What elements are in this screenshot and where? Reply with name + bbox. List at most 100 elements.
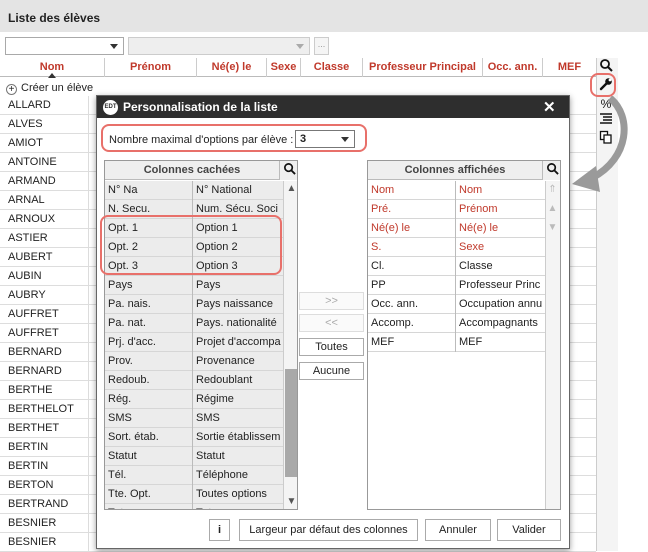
hidden-column-row[interactable]: Prj. d'acc. Projet d'accompa (105, 333, 283, 352)
shown-columns-title: Colonnes affichées (368, 161, 542, 180)
hidden-column-row[interactable]: Tél. Téléphone (105, 466, 283, 485)
filter-select-2[interactable] (128, 37, 310, 55)
column-full-name: Téléphone (196, 469, 248, 481)
column-divider (455, 219, 456, 238)
shown-column-row[interactable]: Occ. ann. Occupation annu (368, 295, 545, 314)
select-none-button[interactable]: Aucune (299, 362, 364, 380)
sort-ascending-icon (48, 73, 56, 78)
hidden-column-row[interactable]: Redoub. Redoublant (105, 371, 283, 390)
shown-column-row[interactable]: S. Sexe (368, 238, 545, 257)
student-name: AUBIN (8, 270, 42, 282)
move-left-button[interactable]: << (299, 314, 364, 332)
column-header-professeur[interactable]: Professeur Principal (362, 58, 482, 77)
hidden-column-row[interactable]: Pa. nais. Pays naissance (105, 295, 283, 314)
column-header-sexe[interactable]: Sexe (266, 58, 300, 77)
default-width-button[interactable]: Largeur par défaut des colonnes (239, 519, 418, 541)
select-all-button[interactable]: Toutes (299, 338, 364, 356)
hidden-column-row[interactable]: Pays Pays (105, 276, 283, 295)
chevron-down-icon (110, 44, 118, 49)
hidden-column-row[interactable]: Pa. nat. Pays. nationalité (105, 314, 283, 333)
chevron-up-icon[interactable]: ▲ (545, 201, 560, 216)
cancel-button[interactable]: Annuler (425, 519, 491, 541)
column-short-name: PP (371, 279, 386, 291)
column-short-name: N° Na (108, 184, 138, 196)
student-name: BERTHELOT (8, 403, 74, 415)
column-divider (88, 514, 89, 533)
list-header: Nom Prénom Né(e) le Sexe Classe Professe… (0, 58, 596, 77)
column-short-name: Né(e) le (371, 222, 411, 234)
column-divider (192, 295, 193, 314)
chevron-up-icon[interactable]: ▲ (284, 181, 297, 196)
hidden-column-row[interactable]: SMS SMS (105, 409, 283, 428)
wrench-highlight (590, 73, 616, 97)
dialog-title: Personnalisation de la liste (123, 100, 278, 114)
shown-column-row[interactable]: PP Professeur Princ (368, 276, 545, 295)
hidden-column-row[interactable]: Rég. Régime (105, 390, 283, 409)
shown-column-row[interactable]: Accomp. Accompagnants (368, 314, 545, 333)
info-button[interactable]: i (209, 519, 230, 541)
column-divider (192, 371, 193, 390)
hidden-column-row[interactable]: Sort. étab. Sortie établissem (105, 428, 283, 447)
hidden-column-row[interactable]: Tte. Opt. Toutes options (105, 485, 283, 504)
hidden-column-row[interactable]: N° Na N° National (105, 181, 283, 200)
shown-column-row[interactable]: Né(e) le Né(e) le (368, 219, 545, 238)
search-icon[interactable] (279, 161, 297, 180)
column-divider (88, 267, 89, 286)
search-icon[interactable] (542, 161, 560, 180)
max-options-select[interactable]: 3 (295, 130, 355, 148)
column-short-name: Rég. (108, 393, 132, 405)
column-short-name: S. (371, 241, 382, 253)
column-full-name: Projet d'accompa (196, 336, 281, 348)
hidden-column-row[interactable]: Statut Statut (105, 447, 283, 466)
column-divider (88, 438, 89, 457)
column-divider (88, 324, 89, 343)
column-header-naissance[interactable]: Né(e) le (196, 58, 266, 77)
column-short-name: Occ. ann. (371, 298, 419, 310)
chevron-down-icon[interactable]: ▼ (545, 220, 560, 235)
hidden-column-row[interactable]: Prov. Provenance (105, 352, 283, 371)
close-icon[interactable]: ✕ (543, 98, 556, 116)
student-name: BERTHET (8, 422, 60, 434)
column-divider (88, 400, 89, 419)
validate-button[interactable]: Valider (497, 519, 561, 541)
shown-column-row[interactable]: Nom Nom (368, 181, 545, 200)
column-divider (88, 115, 89, 134)
pointer-arrow-icon (572, 96, 628, 192)
column-divider (88, 362, 89, 381)
column-full-name: Occupation annu (459, 298, 543, 310)
column-divider (192, 333, 193, 352)
chevron-top-icon[interactable]: ⇑ (545, 182, 560, 197)
move-right-button[interactable]: >> (299, 292, 364, 310)
student-name: BESNIER (8, 536, 57, 548)
scroll-thumb[interactable] (285, 369, 297, 477)
student-name: BERTIN (8, 441, 49, 453)
student-name: BERNARD (8, 346, 62, 358)
student-name: ALVES (8, 118, 43, 130)
shown-column-row[interactable]: MEF MEF (368, 333, 545, 352)
shown-column-row[interactable]: Cl. Classe (368, 257, 545, 276)
column-divider (455, 295, 456, 314)
chevron-down-icon (296, 44, 304, 49)
column-header-prenom[interactable]: Prénom (104, 58, 196, 77)
column-divider (192, 485, 193, 504)
customize-list-dialog: EDT Personnalisation de la liste ✕ Nombr… (96, 95, 570, 549)
column-header-occ[interactable]: Occ. ann. (482, 58, 542, 77)
filter-more-button[interactable]: ... (314, 37, 329, 55)
hidden-column-row[interactable]: Tuteur Tuteur (105, 504, 283, 509)
column-header-classe[interactable]: Classe (300, 58, 362, 77)
column-full-name: MEF (459, 336, 483, 348)
chevron-down-icon[interactable]: ▼ (284, 494, 297, 509)
filter-select-1[interactable] (5, 37, 124, 55)
column-full-name: Sexe (459, 241, 485, 253)
max-options-label: Nombre maximal d'options par élève : (109, 134, 294, 146)
shown-column-row[interactable]: Pré. Prénom (368, 200, 545, 219)
column-header-mef[interactable]: MEF (542, 58, 596, 77)
column-divider (88, 419, 89, 438)
column-divider (88, 210, 89, 229)
search-icon[interactable] (598, 58, 614, 74)
column-full-name: Sortie établissem (196, 431, 281, 443)
column-divider (88, 153, 89, 172)
column-full-name: Accompagnants (459, 317, 538, 329)
create-student-button[interactable]: + Créer un élève (6, 80, 93, 96)
column-short-name: Pa. nais. (108, 298, 151, 310)
